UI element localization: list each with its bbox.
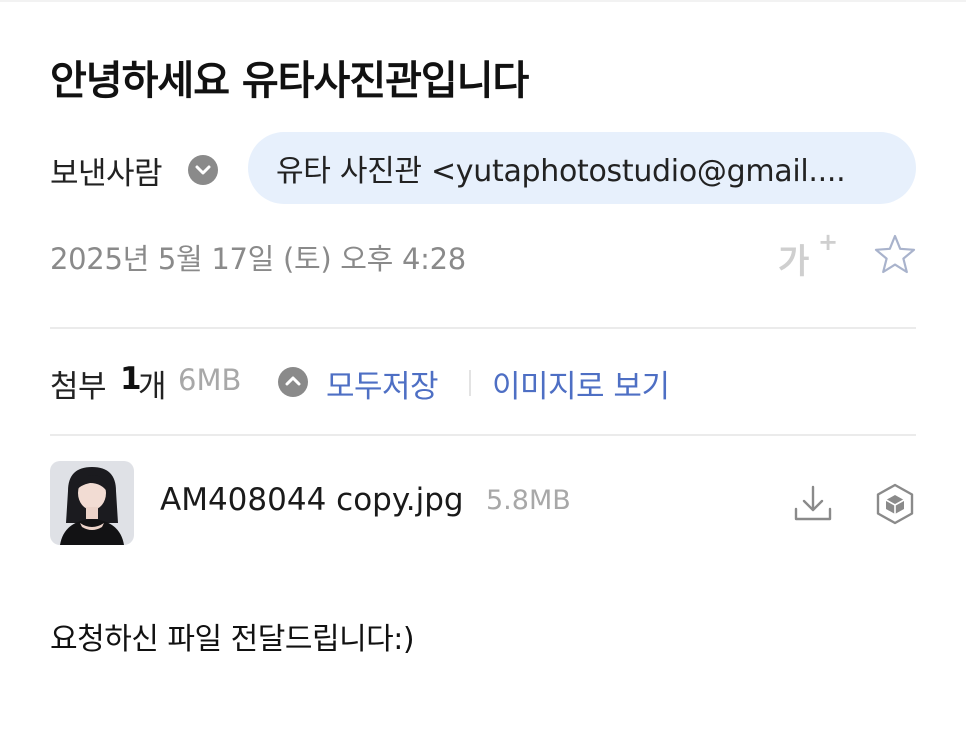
attachments-count-unit: 개 [138,369,167,405]
link-separator [469,370,471,396]
email-subject: 안녕하세요 유타사진관입니다 [50,58,529,104]
chevron-up-icon [285,376,301,386]
sender-chip[interactable]: 유타 사진관 <yutaphotostudio@gmail.... [248,132,916,204]
download-button[interactable] [790,481,836,527]
divider [50,434,916,436]
attachments-header: 첨부 1 개 6MB 모두저장 이미지로 보기 [50,358,916,406]
attachment-thumbnail[interactable] [50,461,134,545]
font-size-plus: + [818,228,839,256]
attachments-collapse-button[interactable] [278,367,308,397]
sender-expand-button[interactable] [188,155,218,185]
attachments-label: 첨부 [50,369,107,405]
save-all-link[interactable]: 모두저장 [326,361,439,406]
photo-thumbnail [50,461,134,545]
email-date: 2025년 5월 17일 (토) 오후 4:28 [50,242,466,276]
download-icon [794,485,832,521]
attachment-item: AM408044 copy.jpg 5.8MB [50,461,916,547]
star-button[interactable] [872,232,918,278]
font-size-button[interactable]: 가 + [778,228,838,282]
sender-address: 유타 사진관 <yutaphotostudio@gmail.... [276,154,846,189]
chevron-down-icon [195,165,211,175]
cloud-save-button[interactable] [872,481,918,527]
sender-row: 보낸사람 유타 사진관 <yutaphotostudio@gmail.... [50,132,916,204]
star-outline-icon [874,234,916,274]
date-row: 2025년 5월 17일 (토) 오후 4:28 가 + [50,228,918,282]
font-size-label: 가 [778,242,810,282]
attachment-file-name[interactable]: AM408044 copy.jpg [160,482,464,518]
view-as-image-link[interactable]: 이미지로 보기 [492,361,670,406]
sender-label: 보낸사람 [50,156,163,192]
divider [50,327,916,329]
email-view: 안녕하세요 유타사진관입니다 보낸사람 유타 사진관 <yutaphotostu… [0,0,966,729]
attachment-file-size: 5.8MB [486,485,571,516]
attachments-total-size: 6MB [178,363,242,397]
top-divider [0,0,966,2]
email-body: 요청하신 파일 전달드립니다:) [50,622,415,657]
cube-icon [876,483,914,525]
